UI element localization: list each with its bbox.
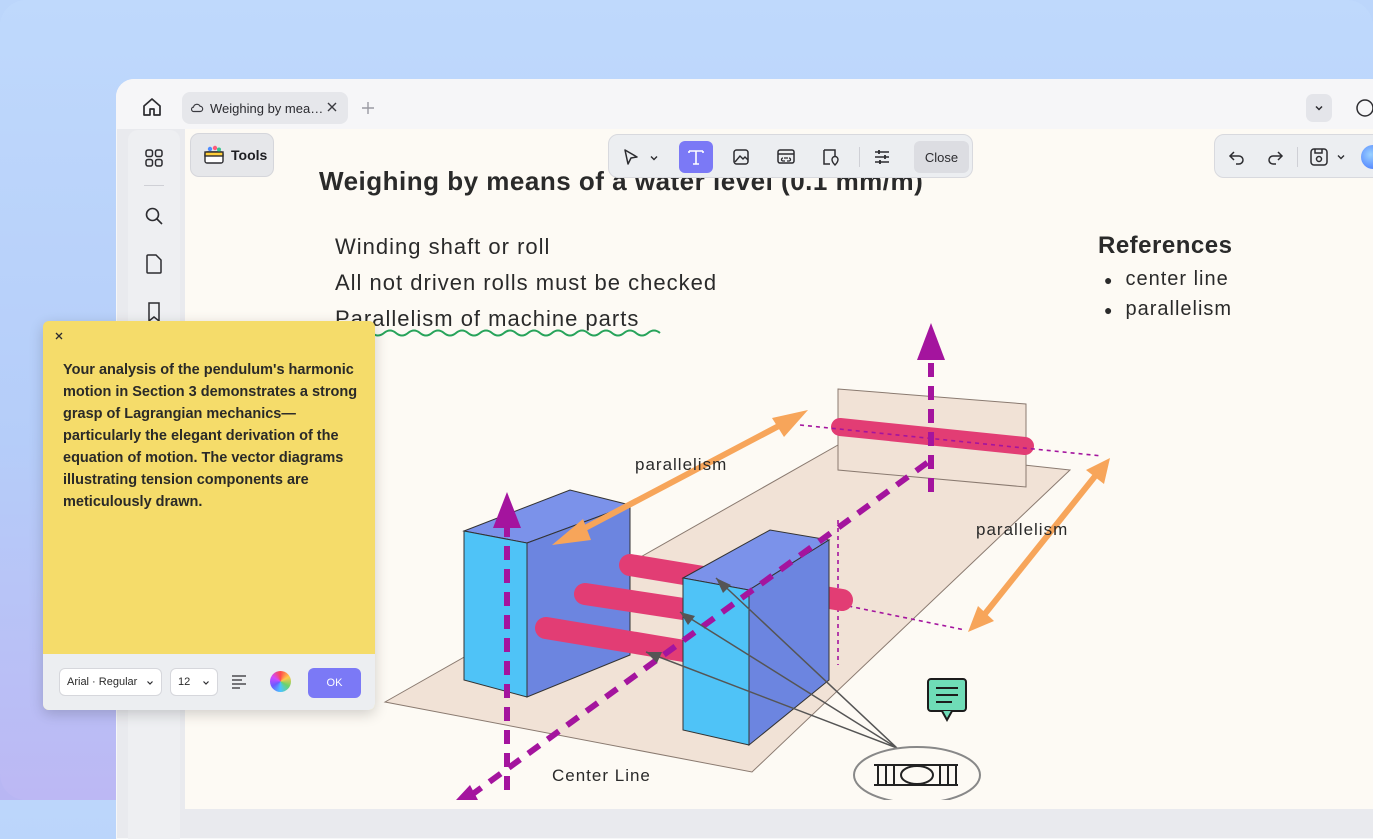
toolbar-divider	[1297, 147, 1298, 167]
sliders-icon	[875, 150, 889, 164]
right-block-front	[682, 577, 750, 746]
chevron-down-icon	[147, 681, 153, 685]
callout-ellipse	[853, 746, 981, 800]
text-tool-button[interactable]	[679, 141, 713, 173]
comment-icon	[927, 678, 967, 723]
image-tool-button[interactable]	[724, 141, 758, 173]
center-line-label: Center Line	[552, 766, 651, 785]
toolbar-divider	[859, 147, 860, 167]
align-left-icon[interactable]	[230, 672, 248, 690]
save-icon[interactable]	[1307, 145, 1331, 169]
close-button[interactable]: Close	[914, 141, 969, 173]
properties-button[interactable]	[865, 141, 899, 173]
image-icon	[733, 149, 749, 165]
cursor-icon	[624, 149, 638, 165]
chevron-down-icon[interactable]	[1335, 151, 1347, 163]
right-toolbar	[1214, 134, 1373, 178]
close-icon[interactable]	[53, 330, 65, 342]
spellcheck-underline	[335, 329, 661, 337]
link-icon	[777, 149, 795, 164]
tools-button[interactable]: Tools	[190, 133, 274, 177]
note-popup: Your analysis of the pendulum's harmonic…	[43, 321, 375, 710]
font-family-select[interactable]: Arial · Regular	[59, 668, 162, 696]
parallelism-label: parallelism	[635, 455, 728, 474]
font-size-select[interactable]: 12	[170, 668, 218, 696]
select-tool-button[interactable]	[615, 141, 665, 173]
stamp-tool-button[interactable]	[814, 141, 848, 173]
font-size-value: 12	[178, 676, 191, 688]
note-text[interactable]: Your analysis of the pendulum's harmonic…	[63, 359, 363, 513]
font-family-value: Arial · Regular	[67, 676, 138, 688]
chevron-down-icon	[650, 156, 658, 161]
tools-label: Tools	[231, 147, 268, 163]
left-block-front	[463, 530, 528, 698]
undo-icon[interactable]	[1225, 145, 1249, 169]
note-footer: Arial · Regular 12 OK	[43, 654, 375, 710]
annotation-toolbar: Close	[608, 134, 973, 178]
chevron-down-icon	[203, 681, 209, 685]
parallelism-label: parallelism	[976, 520, 1069, 539]
center-line-vertical-right-arrow	[917, 323, 945, 360]
link-tool-button[interactable]	[769, 141, 803, 173]
color-picker-button[interactable]	[270, 671, 291, 692]
ok-button[interactable]: OK	[308, 668, 361, 698]
center-line-vertical-left-arrow	[493, 492, 521, 528]
redo-icon[interactable]	[1263, 145, 1287, 169]
text-icon	[688, 150, 704, 165]
ai-assistant-icon[interactable]	[1361, 145, 1373, 169]
toolbox-icon	[204, 145, 224, 164]
location-icon	[823, 149, 839, 166]
